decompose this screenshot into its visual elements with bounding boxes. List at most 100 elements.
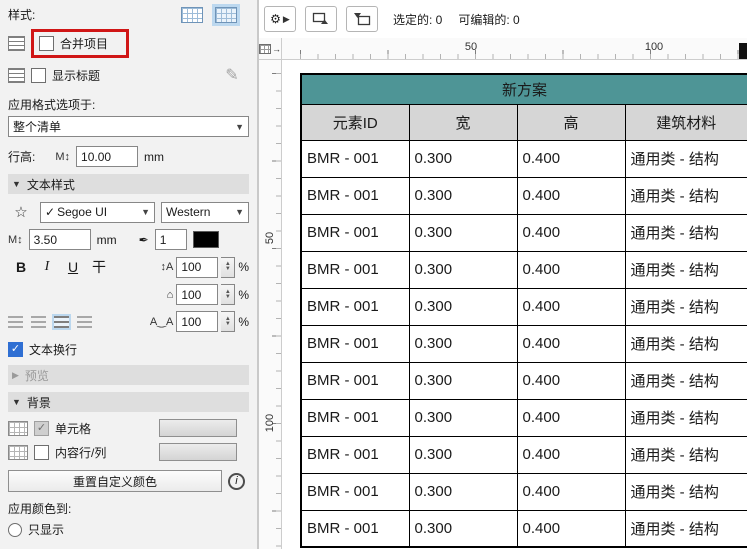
table-cell[interactable]: 通用类 - 结构 [624,250,747,289]
table-cell[interactable]: 0.300 [408,213,518,252]
font-family-select[interactable]: ✓ Segoe UI ▼ [40,201,155,223]
table-cell[interactable]: 0.400 [516,398,626,437]
table-cell[interactable]: 0.400 [516,324,626,363]
content-background-checkbox[interactable] [34,444,49,460]
column-header[interactable]: 高 [516,103,626,141]
text-wrap-label: 文本换行 [29,343,78,357]
preview-section-header[interactable]: ▶ 预览 [8,365,249,385]
character-spacing-input[interactable]: 100 [176,311,219,332]
pickup-parameters-button[interactable] [305,6,337,32]
line-spacing-input[interactable]: 100 [176,256,219,278]
horizontal-ruler[interactable]: 50 100 [282,38,747,59]
table-cell[interactable]: 0.400 [516,213,626,252]
table-cell[interactable]: BMR - 001 [300,472,410,511]
table-cell[interactable]: 通用类 - 结构 [624,176,747,215]
schedule-title-cell[interactable]: 新方案 [300,73,747,105]
table-cell[interactable]: 0.300 [408,324,518,363]
paragraph-spacing-input[interactable]: 100 [176,284,219,305]
cell-background-checkbox[interactable] [34,420,49,436]
table-cell[interactable]: 通用类 - 结构 [624,287,747,326]
row-height-input[interactable]: 10.00 [76,146,139,167]
table-cell[interactable]: 通用类 - 结构 [624,435,747,474]
table-cell[interactable]: 通用类 - 结构 [624,398,747,437]
inject-parameters-button[interactable] [346,6,378,32]
column-header[interactable]: 宽 [408,103,518,141]
table-cell[interactable]: 0.400 [516,435,626,474]
table-cell[interactable]: BMR - 001 [300,324,410,363]
table-cell[interactable]: 0.300 [408,435,518,474]
table-cell[interactable]: 通用类 - 结构 [624,139,747,178]
editable-count: 可编辑的: 0 [458,12,520,27]
table-cell[interactable]: 0.400 [516,472,626,511]
table-cell[interactable]: 0.400 [516,509,626,548]
table-cell[interactable]: 0.300 [408,361,518,400]
table-cell[interactable]: 0.400 [516,250,626,289]
table-cell[interactable]: 通用类 - 结构 [624,472,747,511]
info-icon[interactable]: i [228,472,245,490]
table-cell[interactable]: 通用类 - 结构 [624,361,747,400]
table-view-icon[interactable] [181,6,203,23]
table-cell[interactable]: 0.300 [408,472,518,511]
table-cell[interactable]: BMR - 001 [300,287,410,326]
character-spacing-stepper[interactable]: ▲ ▼ [221,311,236,332]
bold-button[interactable]: B [8,256,34,278]
font-script-select[interactable]: Western ▼ [161,201,249,223]
text-wrap-checkbox[interactable] [8,342,23,357]
spreadsheet-view-icon[interactable] [212,3,240,26]
table-cell[interactable]: 通用类 - 结构 [624,324,747,363]
display-only-radio[interactable] [8,522,22,537]
table-cell[interactable]: 0.400 [516,361,626,400]
cell-color-swatch[interactable] [159,419,237,437]
table-cell[interactable]: 0.400 [516,139,626,178]
table-cell[interactable]: BMR - 001 [300,509,410,548]
table-cell[interactable]: 0.300 [408,250,518,289]
favorites-button[interactable]: ☆ [8,201,34,223]
ruler-options-button[interactable]: → [259,38,282,59]
ruler-mark: 100 [264,413,276,433]
column-header[interactable]: 建筑材料 [624,103,747,141]
background-section-header[interactable]: ▼ 背景 [8,392,249,412]
underline-button[interactable]: U [60,256,86,278]
table-cell[interactable]: BMR - 001 [300,398,410,437]
table-cell[interactable]: 通用类 - 结构 [624,213,747,252]
strikethrough-button[interactable]: 干 [86,256,112,278]
table-cell[interactable]: BMR - 001 [300,250,410,289]
settings-menu-button[interactable]: ⚙ ▶ [264,6,296,32]
table-cell[interactable]: 通用类 - 结构 [624,509,747,548]
character-spacing-unit: % [238,314,249,329]
line-spacing-stepper[interactable]: ▲ ▼ [221,256,236,278]
table-cell[interactable]: 0.300 [408,139,518,178]
align-right-icon[interactable] [52,313,71,330]
table-cell[interactable]: BMR - 001 [300,213,410,252]
line-spacing-icon: ↕A [160,261,174,273]
text-style-section-header[interactable]: ▼ 文本样式 [8,174,249,194]
vertical-ruler[interactable]: 50 100 [259,60,282,549]
content-color-swatch[interactable] [159,443,237,461]
font-size-icon: M↕ [8,233,23,246]
merge-items-checkbox[interactable] [39,36,54,51]
pen-color-swatch[interactable] [192,231,219,248]
reset-custom-colors-button[interactable]: 重置自定义颜色 [8,470,222,492]
column-header[interactable]: 元素ID [300,103,410,141]
table-cell[interactable]: 0.400 [516,287,626,326]
pen-input[interactable]: 1 [154,229,187,250]
table-cell[interactable]: 0.300 [408,176,518,215]
font-size-input[interactable]: 3.50 [28,229,91,250]
table-cell[interactable]: BMR - 001 [300,139,410,178]
table-cell[interactable]: 0.300 [408,287,518,326]
table-cell[interactable]: BMR - 001 [300,361,410,400]
table-cell[interactable]: BMR - 001 [300,176,410,215]
table-cell[interactable]: 0.300 [408,509,518,548]
table-cell[interactable]: BMR - 001 [300,435,410,474]
align-left-icon[interactable] [8,315,23,328]
scope-select[interactable]: 整个清单 ▼ [8,116,249,137]
merge-items-label: 合并项目 [60,37,109,51]
edit-style-button[interactable]: ✎ [215,64,249,86]
align-justify-icon[interactable] [77,315,92,328]
paragraph-spacing-stepper[interactable]: ▲ ▼ [221,284,236,305]
show-title-checkbox[interactable] [31,67,46,83]
align-center-icon[interactable] [31,315,46,328]
italic-button[interactable]: I [34,256,60,278]
table-cell[interactable]: 0.400 [516,176,626,215]
table-cell[interactable]: 0.300 [408,398,518,437]
